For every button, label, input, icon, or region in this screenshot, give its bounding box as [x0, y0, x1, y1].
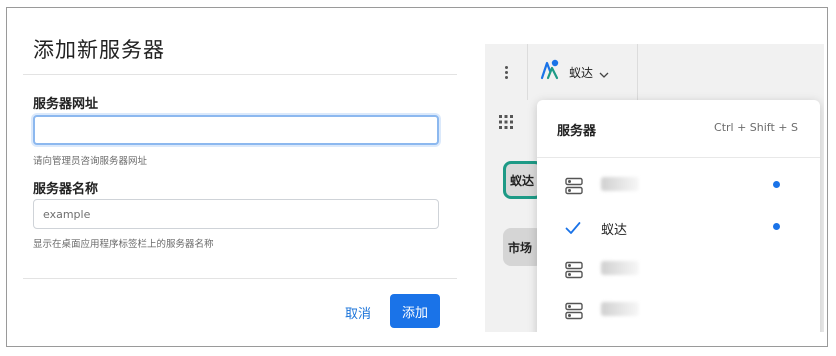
tab-divider	[637, 44, 638, 100]
server-icon	[565, 177, 583, 199]
check-icon	[565, 220, 581, 239]
main-menu-button[interactable]	[485, 44, 528, 100]
top-bar: 蚁达	[485, 44, 824, 100]
server-url-input[interactable]	[33, 115, 439, 145]
server-logo-icon	[537, 59, 561, 85]
server-name-label: 服务器名称	[33, 182, 99, 197]
server-name-hint: 显示在桌面应用程序标签栏上的服务器名称	[33, 239, 214, 250]
server-item-label: 蚁达	[601, 223, 628, 238]
server-item-selected[interactable]: 蚁达	[537, 207, 820, 247]
server-item[interactable]	[537, 249, 820, 289]
server-item[interactable]	[537, 165, 820, 205]
obscured-server-name	[601, 302, 639, 316]
screenshot-frame: 添加新服务器 服务器网址 请向管理员咨询服务器网址 服务器名称 显示在桌面应用程…	[6, 7, 828, 347]
dialog-title: 添加新服务器	[33, 38, 165, 62]
unread-indicator	[773, 223, 780, 230]
chevron-down-icon	[599, 63, 609, 82]
server-icon	[565, 261, 583, 283]
add-server-dialog: 添加新服务器 服务器网址 请向管理员咨询服务器网址 服务器名称 显示在桌面应用程…	[7, 8, 462, 346]
add-button[interactable]: 添加	[390, 294, 440, 328]
server-icon	[565, 302, 583, 324]
obscured-server-name	[601, 177, 639, 191]
current-server-name: 蚁达	[569, 65, 594, 80]
team-sidebar: 蚁达 市场 +	[485, 100, 543, 332]
server-url-label: 服务器网址	[33, 97, 99, 112]
header-divider	[23, 74, 457, 75]
menu-header: 服务器 Ctrl + Shift + S	[537, 100, 820, 158]
desktop-app-panel: 蚁达 蚁达 市场 + 服务器 Ctrl + Shift +	[485, 44, 824, 332]
kebab-menu-icon	[504, 65, 508, 79]
unread-indicator	[773, 181, 780, 188]
server-dropdown-menu: 服务器 Ctrl + Shift + S 蚁达	[537, 100, 820, 332]
server-url-hint: 请向管理员咨询服务器网址	[33, 156, 148, 167]
server-name-input[interactable]	[33, 199, 439, 229]
server-switcher[interactable]: 蚁达	[537, 54, 637, 90]
apps-grid-icon[interactable]	[499, 114, 513, 133]
cancel-button[interactable]: 取消	[337, 297, 379, 327]
obscured-server-name	[601, 261, 639, 275]
keyboard-shortcut: Ctrl + Shift + S	[714, 121, 798, 134]
menu-title: 服务器	[557, 124, 597, 139]
footer-divider	[23, 278, 457, 279]
server-item[interactable]	[537, 290, 820, 330]
